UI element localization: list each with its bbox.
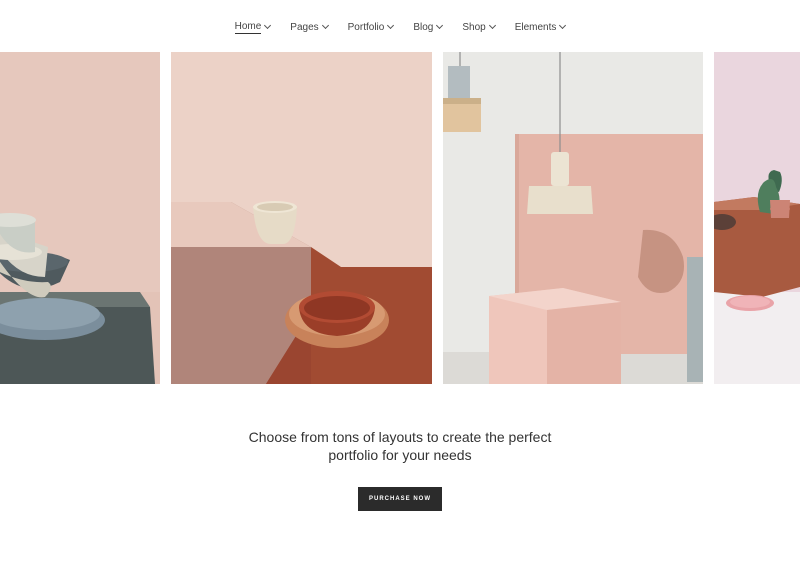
- nav-label: Pages: [290, 21, 319, 33]
- chevron-down-icon: [436, 21, 444, 30]
- gallery-tile-lamp[interactable]: [443, 52, 703, 384]
- nav-item-home[interactable]: Home: [225, 21, 281, 34]
- tagline-line-2: portfolio for your needs: [328, 447, 472, 463]
- gallery-tile-bowls[interactable]: [0, 52, 160, 384]
- nav-label: Portfolio: [347, 21, 385, 33]
- pendant-lamp-image: [443, 52, 703, 384]
- chevron-down-icon: [488, 21, 496, 30]
- tagline: Choose from tons of layouts to create th…: [0, 428, 800, 464]
- nav-item-pages[interactable]: Pages: [280, 22, 337, 33]
- tagline-line-1: Choose from tons of layouts to create th…: [248, 429, 552, 445]
- nav-label: Elements: [514, 21, 557, 33]
- chevron-down-icon: [559, 21, 567, 30]
- green-vase-image: [714, 52, 800, 384]
- main-nav: Home Pages Portfolio Blog Shop Elements: [0, 0, 800, 52]
- chevron-down-icon: [264, 21, 272, 30]
- purchase-now-button[interactable]: PURCHASE NOW: [358, 487, 442, 511]
- ceramic-cup-bowl-image: [171, 52, 432, 384]
- nav-item-elements[interactable]: Elements: [505, 22, 576, 33]
- nav-item-portfolio[interactable]: Portfolio: [338, 22, 404, 33]
- chevron-down-icon: [321, 21, 329, 30]
- portfolio-gallery: [0, 52, 800, 384]
- gallery-tile-vase[interactable]: [714, 52, 800, 384]
- chevron-down-icon: [387, 21, 395, 30]
- nav-label: Home: [234, 20, 262, 34]
- nav-item-blog[interactable]: Blog: [403, 22, 452, 33]
- nav-label: Blog: [413, 21, 434, 33]
- gallery-tile-cup-bowl[interactable]: [171, 52, 432, 384]
- nav-label: Shop: [462, 21, 486, 33]
- nav-item-shop[interactable]: Shop: [452, 22, 504, 33]
- ceramic-bowls-image: [0, 52, 160, 384]
